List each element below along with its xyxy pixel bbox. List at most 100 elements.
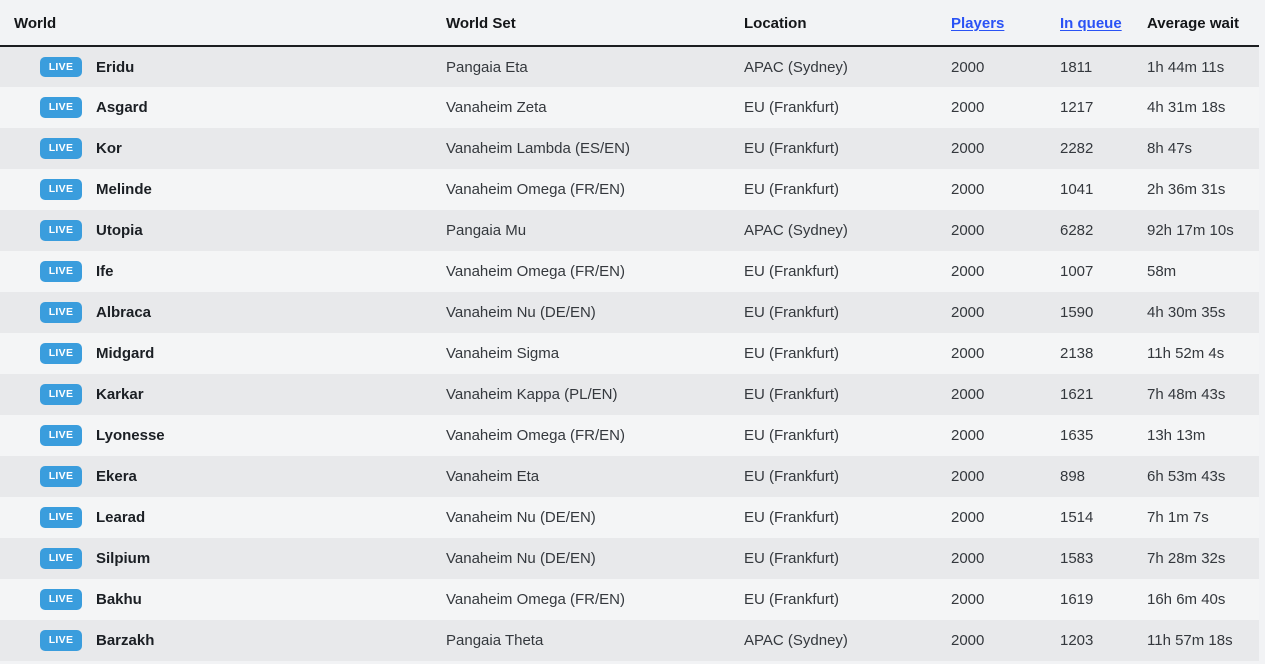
table-row[interactable]: LIVE Ife Vanaheim Omega (FR/EN) EU (Frankfu… xyxy=(0,251,1259,292)
cell-in-queue: 1619 xyxy=(1060,579,1147,620)
column-header-location: Location xyxy=(744,0,951,47)
world-cell: LIVE Ekera xyxy=(14,466,446,487)
cell-location: EU (Frankfurt) xyxy=(744,497,951,538)
cell-world: LIVE Bakhu xyxy=(0,579,446,620)
cell-average-wait: 7h 48m 43s xyxy=(1147,374,1259,415)
cell-players-value: 2000 xyxy=(951,140,985,157)
column-header-in-queue[interactable]: In queue xyxy=(1060,0,1147,47)
cell-location: EU (Frankfurt) xyxy=(744,415,951,456)
column-header-world: World xyxy=(0,0,446,47)
column-header-world-label: World xyxy=(14,15,57,32)
cell-world-set-value: Vanaheim Eta xyxy=(446,468,540,485)
cell-players-value: 2000 xyxy=(951,222,985,239)
table-row[interactable]: LIVE Karkar Vanaheim Kappa (PL/EN) EU (Fran… xyxy=(0,374,1259,415)
world-name: Ekera xyxy=(96,468,137,485)
cell-location-value: EU (Frankfurt) xyxy=(744,386,840,403)
world-cell: LIVE Ife xyxy=(14,261,446,282)
cell-in-queue-value: 6282 xyxy=(1060,222,1094,239)
table-row[interactable]: LIVE Melinde Vanaheim Omega (FR/EN) EU (Fra… xyxy=(0,169,1259,210)
cell-average-wait: 4h 31m 18s xyxy=(1147,87,1259,128)
cell-players-value: 2000 xyxy=(951,427,985,444)
column-header-world-set: World Set xyxy=(446,0,744,47)
world-name: Eridu xyxy=(96,58,135,76)
status-badge: LIVE xyxy=(40,138,82,159)
cell-location: EU (Frankfurt) xyxy=(744,292,951,333)
cell-average-wait: 92h 17m 10s xyxy=(1147,210,1259,251)
cell-in-queue-value: 1217 xyxy=(1060,99,1094,116)
world-name: Ife xyxy=(96,263,114,280)
cell-world-set: Vanaheim Nu (DE/EN) xyxy=(446,497,744,538)
cell-players-value: 2000 xyxy=(951,386,985,403)
cell-location-value: EU (Frankfurt) xyxy=(744,591,840,608)
table-row[interactable]: LIVE Kor Vanaheim Lambda (ES/EN) EU (Frankf… xyxy=(0,128,1259,169)
cell-location-value: EU (Frankfurt) xyxy=(744,181,840,198)
cell-in-queue-value: 1590 xyxy=(1060,304,1094,321)
sort-link-players[interactable]: Players xyxy=(951,15,1004,32)
cell-world-set-value: Pangaia Theta xyxy=(446,632,544,649)
cell-location: EU (Frankfurt) xyxy=(744,579,951,620)
cell-world-set-value: Vanaheim Omega (FR/EN) xyxy=(446,427,625,444)
status-badge: LIVE xyxy=(40,56,82,78)
sort-link-in-queue[interactable]: In queue xyxy=(1060,15,1122,32)
status-badge: LIVE xyxy=(40,630,82,651)
cell-world-set: Vanaheim Sigma xyxy=(446,333,744,374)
cell-location: APAC (Sydney) xyxy=(744,210,951,251)
cell-in-queue: 1583 xyxy=(1060,538,1147,579)
cell-players-value: 2000 xyxy=(951,181,985,198)
cell-players: 2000 xyxy=(951,87,1060,128)
table-row[interactable]: LIVE Silpium Vanaheim Nu (DE/EN) EU (Frankf… xyxy=(0,538,1259,579)
cell-in-queue: 1621 xyxy=(1060,374,1147,415)
table-row[interactable]: LIVE Asgard Vanaheim Zeta EU (Frankfurt) 200… xyxy=(0,87,1259,128)
table-row[interactable]: LIVE Midgard Vanaheim Sigma EU (Frankfurt) 2… xyxy=(0,333,1259,374)
table-row[interactable]: LIVE Utopia Pangaia Mu APAC (Sydney) 2000 628… xyxy=(0,210,1259,251)
table-row[interactable]: LIVE Eridu Pangaia Eta APAC (Sydney) 2000 181… xyxy=(0,46,1259,87)
cell-location: EU (Frankfurt) xyxy=(744,333,951,374)
status-badge: LIVE xyxy=(40,589,82,610)
table-row[interactable]: LIVE Bakhu Vanaheim Omega (FR/EN) EU (Frank… xyxy=(0,579,1259,620)
world-cell: LIVE Lyonesse xyxy=(14,425,446,446)
column-header-players[interactable]: Players xyxy=(951,0,1060,47)
table-row[interactable]: LIVE Barzakh Pangaia Theta APAC (Sydney) 200… xyxy=(0,620,1259,661)
world-name: Barzakh xyxy=(96,632,155,649)
cell-world-set: Pangaia Eta xyxy=(446,46,744,87)
cell-world-set: Vanaheim Kappa (PL/EN) xyxy=(446,374,744,415)
status-badge: LIVE xyxy=(40,548,82,569)
cell-location: EU (Frankfurt) xyxy=(744,456,951,497)
cell-players-value: 2000 xyxy=(951,591,985,608)
cell-location-value: EU (Frankfurt) xyxy=(744,509,840,526)
cell-world: LIVE Asgard xyxy=(0,87,446,128)
table-row[interactable]: LIVE Learad Vanaheim Nu (DE/EN) EU (Frankfu… xyxy=(0,497,1259,538)
status-badge: LIVE xyxy=(40,384,82,405)
world-name: Silpium xyxy=(96,550,151,567)
cell-world-set: Vanaheim Lambda (ES/EN) xyxy=(446,128,744,169)
cell-players-value: 2000 xyxy=(951,304,985,321)
cell-players: 2000 xyxy=(951,579,1060,620)
column-header-location-label: Location xyxy=(744,15,807,32)
cell-world-set-value: Vanaheim Sigma xyxy=(446,345,560,362)
cell-world-set: Vanaheim Omega (FR/EN) xyxy=(446,579,744,620)
cell-average-wait: 6h 53m 43s xyxy=(1147,456,1259,497)
table-row[interactable]: LIVE Ekera Vanaheim Eta EU (Frankfurt) 2000 8… xyxy=(0,456,1259,497)
cell-average-wait-value: 58m xyxy=(1147,263,1177,280)
cell-world-set-value: Vanaheim Kappa (PL/EN) xyxy=(446,386,618,403)
cell-in-queue: 1007 xyxy=(1060,251,1147,292)
cell-world: LIVE Karkar xyxy=(0,374,446,415)
status-badge: LIVE xyxy=(40,220,82,241)
worlds-table: World World Set Location Players In queu… xyxy=(0,0,1259,661)
cell-players-value: 2000 xyxy=(951,468,985,485)
cell-location: APAC (Sydney) xyxy=(744,46,951,87)
cell-world-set-value: Pangaia Eta xyxy=(446,58,528,76)
cell-players-value: 2000 xyxy=(951,632,985,649)
cell-world: LIVE Albraca xyxy=(0,292,446,333)
cell-in-queue: 2282 xyxy=(1060,128,1147,169)
status-badge: LIVE xyxy=(40,507,82,528)
cell-in-queue-value: 1583 xyxy=(1060,550,1094,567)
cell-world-set: Vanaheim Omega (FR/EN) xyxy=(446,169,744,210)
table-row[interactable]: LIVE Albraca Vanaheim Nu (DE/EN) EU (Frankf… xyxy=(0,292,1259,333)
table-row[interactable]: LIVE Lyonesse Vanaheim Omega (FR/EN) EU (Fr… xyxy=(0,415,1259,456)
table-header-row: World World Set Location Players In queu… xyxy=(0,0,1259,47)
cell-players-value: 2000 xyxy=(951,58,985,76)
cell-world: LIVE Melinde xyxy=(0,169,446,210)
world-cell: LIVE Learad xyxy=(14,507,446,528)
cell-in-queue: 1811 xyxy=(1060,46,1147,87)
